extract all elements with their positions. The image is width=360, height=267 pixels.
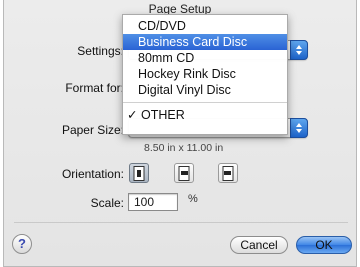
reverse-landscape-icon — [222, 166, 234, 181]
orientation-reverse-landscape-button[interactable] — [218, 163, 238, 183]
menu-item-cd-dvd[interactable]: CD/DVD — [123, 18, 287, 34]
popup-menu: CD/DVD Business Card Disc 80mm CD Hockey… — [122, 14, 288, 135]
orientation-landscape-button[interactable] — [174, 163, 194, 183]
menu-item-80mm-cd[interactable]: 80mm CD — [123, 50, 287, 66]
settings-stepper-icon — [290, 40, 308, 60]
paper-size-label: Paper Size: — [61, 123, 124, 137]
paper-size-stepper-icon — [290, 118, 308, 138]
checkmark-icon: ✓ — [127, 108, 138, 122]
scale-input[interactable]: 100 — [128, 193, 178, 211]
format-for-label: Format for: — [65, 81, 124, 95]
menu-item-other-label: OTHER — [140, 108, 185, 122]
ok-button[interactable]: OK — [296, 236, 352, 254]
menu-item-hockey-rink-disc[interactable]: Hockey Rink Disc — [123, 66, 287, 82]
menu-item-other[interactable]: ✓ OTHER — [123, 107, 287, 123]
orientation-label: Orientation: — [61, 167, 124, 181]
portrait-icon — [133, 166, 145, 181]
orientation-portrait-button[interactable] — [129, 163, 149, 183]
help-button[interactable]: ? — [12, 234, 32, 254]
menu-item-business-card-disc[interactable]: Business Card Disc — [123, 34, 287, 50]
divider — [14, 222, 348, 223]
landscape-icon — [178, 166, 190, 181]
menu-item-digital-vinyl-disc[interactable]: Digital Vinyl Disc — [123, 82, 287, 98]
cancel-button[interactable]: Cancel — [230, 236, 288, 254]
menu-separator — [123, 102, 287, 103]
scale-label: Scale: — [90, 196, 124, 210]
scale-unit: % — [188, 193, 198, 205]
paper-dimensions: 8.50 in x 11.00 in — [144, 142, 224, 154]
settings-label: Settings: — [77, 44, 124, 58]
